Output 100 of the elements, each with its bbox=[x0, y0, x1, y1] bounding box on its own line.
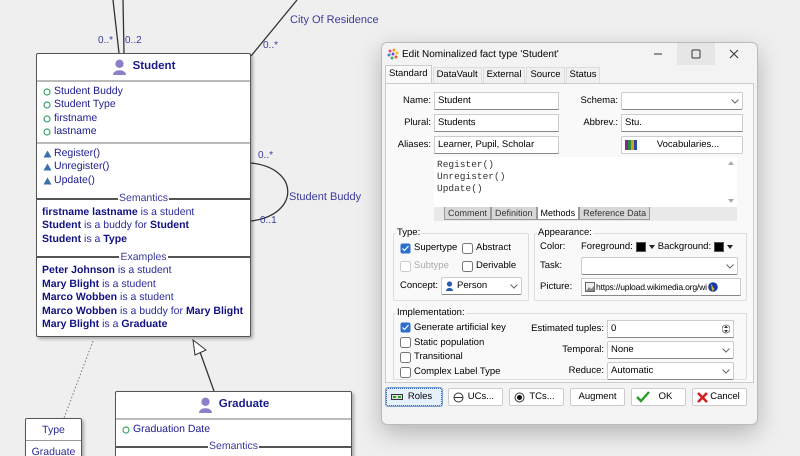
temporal-dropdown[interactable]: None bbox=[607, 341, 734, 359]
method-name: Register() bbox=[54, 146, 100, 161]
dropdown-arrow-icon bbox=[727, 245, 734, 249]
spinner-icon bbox=[722, 324, 730, 334]
section-title: Semantics bbox=[208, 441, 260, 452]
picture-field[interactable]: https://upload.wikimedia.org/wi bbox=[581, 278, 741, 296]
scroll-up-icon bbox=[728, 161, 734, 165]
tab[interactable]: Status bbox=[566, 67, 600, 83]
reduce-dropdown[interactable]: Automatic bbox=[607, 362, 734, 380]
x-mark-icon bbox=[697, 392, 708, 402]
tab[interactable]: DataVault bbox=[432, 67, 482, 83]
books-icon bbox=[625, 140, 637, 150]
chevron-icon bbox=[722, 368, 730, 374]
checkmark-icon bbox=[636, 391, 650, 403]
dialog-button[interactable]: Cancel bbox=[692, 388, 747, 406]
semantic-sentence: Mary Blight is a Graduate bbox=[42, 318, 168, 332]
tab[interactable]: Standard bbox=[385, 65, 432, 83]
semantic-sentence: Marco Wobben is a student bbox=[42, 291, 174, 304]
globe-icon bbox=[708, 282, 718, 292]
field-label: Schema: bbox=[580, 94, 618, 108]
app-dots-icon bbox=[387, 48, 399, 60]
memo-tab[interactable]: Comment bbox=[444, 207, 492, 220]
entity-name: Student bbox=[132, 59, 176, 74]
methods-text-area[interactable]: Register() Unregister() Update() bbox=[434, 157, 737, 207]
attribute-icon bbox=[122, 426, 130, 434]
dialog-button[interactable]: OK bbox=[631, 388, 686, 406]
group-title: Type: bbox=[396, 227, 422, 239]
multiplicity-label: 0..* bbox=[98, 34, 114, 48]
attribute-name: Student Buddy bbox=[54, 84, 123, 99]
scroll-down-icon bbox=[728, 199, 734, 203]
checkbox[interactable]: Derivable bbox=[462, 258, 530, 274]
chevron-icon bbox=[722, 348, 730, 352]
checkbox[interactable]: Abstract bbox=[462, 240, 530, 256]
maximize-button[interactable] bbox=[677, 43, 715, 65]
memo-tab[interactable]: Definition bbox=[491, 207, 537, 220]
color-swatch[interactable] bbox=[636, 242, 646, 252]
section-title: Examples bbox=[119, 252, 168, 262]
attribute-name: lastname bbox=[54, 124, 97, 140]
vocabularies-button[interactable]: Vocabularies... bbox=[621, 136, 743, 154]
association-label: Student Buddy bbox=[289, 190, 362, 205]
semantic-sentence: Student is a buddy for Student bbox=[42, 219, 190, 232]
plural-field[interactable]: Students bbox=[434, 114, 559, 132]
chevron-icon bbox=[726, 264, 734, 268]
checkbox[interactable]: Transitional bbox=[400, 350, 508, 366]
association-line bbox=[112, 0, 120, 54]
association-line bbox=[250, 162, 288, 222]
dialog-button[interactable]: Augment bbox=[570, 388, 625, 406]
multiplicity-label: 0..* bbox=[258, 149, 274, 163]
tab[interactable]: Source bbox=[526, 67, 565, 83]
chevron-icon bbox=[510, 284, 518, 288]
dialog-button[interactable]: UCs... bbox=[448, 388, 503, 406]
dialog-button[interactable]: Roles bbox=[386, 388, 442, 406]
estimated-tuples-field[interactable]: 0 bbox=[607, 320, 734, 338]
aliases-field[interactable]: Learner, Pupil, Scholar bbox=[434, 136, 559, 154]
chevron-icon bbox=[731, 98, 739, 104]
memo-tab[interactable]: Reference Data bbox=[579, 207, 650, 220]
method-name: Unregister() bbox=[54, 159, 110, 174]
abbrev-field[interactable]: Stu. bbox=[621, 114, 743, 132]
checkbox[interactable]: Complex Label Type bbox=[400, 364, 508, 380]
maximize-icon bbox=[691, 49, 701, 59]
attribute-name: Graduation Date bbox=[133, 422, 210, 437]
value-type-item: Graduate bbox=[30, 445, 76, 456]
person-icon bbox=[112, 59, 127, 75]
close-icon bbox=[729, 49, 739, 59]
concept-dropdown[interactable]: Person bbox=[441, 277, 522, 295]
semantic-sentence: firstname lastname is a student bbox=[42, 206, 194, 219]
person-icon bbox=[445, 281, 454, 291]
semantic-sentence: Marco Wobben is a buddy for Mary Blight bbox=[42, 304, 244, 318]
window-title: Edit Nominalized fact type 'Student' bbox=[402, 48, 560, 62]
task-dropdown[interactable] bbox=[581, 257, 738, 275]
field-label: Background: bbox=[658, 240, 712, 254]
tab[interactable]: External bbox=[482, 67, 526, 83]
entity-name: Graduate bbox=[218, 397, 270, 412]
field-label: Abbrev.: bbox=[582, 116, 618, 130]
field-label: Reduce: bbox=[568, 364, 604, 378]
field-label: Name: bbox=[402, 94, 431, 108]
attribute-name: firstname bbox=[54, 110, 98, 126]
group-title: Appearance: bbox=[537, 227, 593, 239]
radio-circle-icon bbox=[514, 392, 525, 402]
section-title: Semantics bbox=[118, 193, 170, 204]
field-label: Concept: bbox=[400, 278, 438, 293]
multiplicity-label: 0..* bbox=[263, 39, 278, 53]
value-type-title: Type bbox=[26, 419, 81, 441]
checkbox[interactable]: Static population bbox=[400, 334, 508, 350]
checkbox[interactable]: Generate artificial key bbox=[400, 320, 508, 336]
color-swatch[interactable] bbox=[714, 242, 724, 252]
dropdown-arrow-icon bbox=[648, 245, 655, 249]
memo-tab[interactable]: Methods bbox=[536, 207, 580, 220]
schema-dropdown[interactable] bbox=[621, 92, 743, 110]
checkbox[interactable]: Supertype bbox=[400, 240, 462, 256]
name-field[interactable]: Student bbox=[434, 92, 559, 110]
dialog-button[interactable]: TCs... bbox=[509, 388, 564, 406]
semantic-sentence: Student is a Type bbox=[42, 232, 127, 246]
field-label: Plural: bbox=[403, 116, 431, 130]
association-line bbox=[122, 0, 125, 54]
circle-bar-icon bbox=[453, 392, 464, 402]
attribute-name: Student Type bbox=[54, 97, 116, 112]
method-name: Update() bbox=[54, 172, 95, 188]
person-icon bbox=[198, 397, 213, 413]
field-label: Temporal: bbox=[561, 342, 604, 357]
